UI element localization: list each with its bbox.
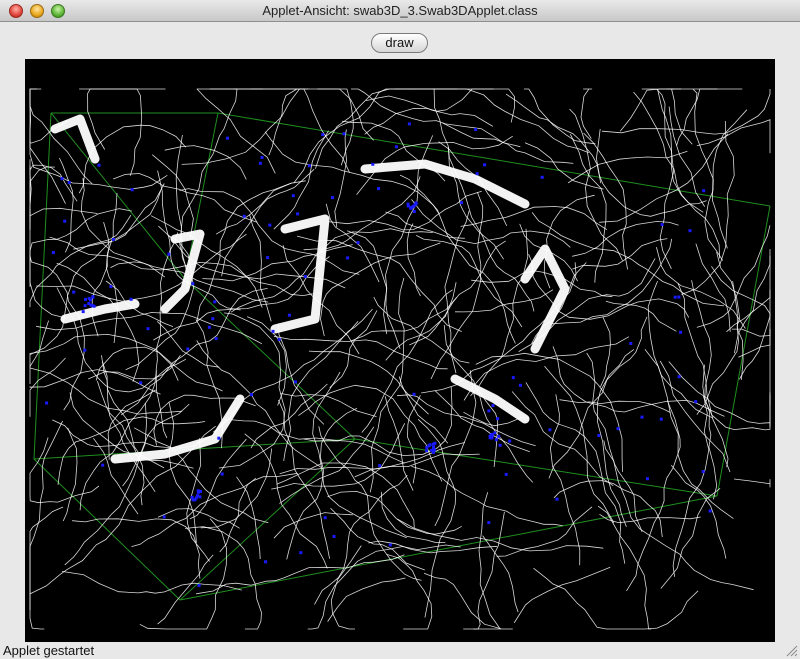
agent-trails — [29, 88, 771, 630]
status-bar: Applet gestartet — [0, 642, 800, 659]
draw-button[interactable]: draw — [371, 33, 428, 53]
status-text: Applet gestartet — [3, 643, 95, 658]
bounding-box — [33, 112, 771, 601]
window-title: Applet-Ansicht: swab3D_3.Swab3DApplet.cl… — [262, 3, 538, 18]
agent-points — [45, 122, 712, 587]
resize-grip-icon[interactable] — [786, 645, 798, 657]
swarm-visualization — [29, 88, 771, 630]
applet-toolbar: draw — [0, 22, 800, 58]
swarm-3d-canvas[interactable] — [25, 59, 775, 642]
applet-window: Applet-Ansicht: swab3D_3.Swab3DApplet.cl… — [0, 0, 800, 659]
title-bar[interactable]: Applet-Ansicht: swab3D_3.Swab3DApplet.cl… — [0, 0, 800, 22]
